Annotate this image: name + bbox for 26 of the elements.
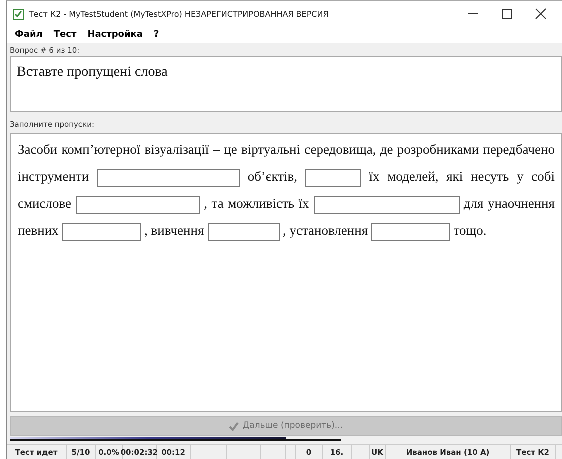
- menu-item[interactable]: Настройка: [88, 30, 143, 40]
- input-field[interactable]: [76, 196, 200, 214]
- input-field[interactable]: [371, 222, 450, 241]
- input-field[interactable]: [314, 196, 460, 214]
- question-title: Вставте пропущені слова: [17, 65, 168, 80]
- input-field[interactable]: [208, 222, 280, 241]
- question-text: , вивчення: [144, 223, 204, 238]
- question-text: об’єктів,: [248, 169, 298, 184]
- window-title: Тест К2 - MyTestStudent (MyTestXPro) НЕЗАРЕГИСТРИРОВАННАЯ ВЕРСИЯ: [29, 10, 330, 18]
- question-text: смислове: [18, 196, 72, 211]
- input-field[interactable]: [305, 168, 362, 187]
- question-text: тощо.: [454, 223, 487, 238]
- question-text: для унаочнення: [464, 196, 555, 211]
- question-text: їх моделей, які несуть у собі: [369, 169, 556, 184]
- input-field[interactable]: [62, 222, 142, 241]
- question-text: Засоби комп’ютерної візуалізації – це віртуальні середовища, де розробниками передбачено: [18, 142, 555, 157]
- question-text: , та можливість їх: [204, 196, 310, 211]
- question-text: , установлення: [282, 223, 368, 238]
- check-icon: [228, 422, 239, 430]
- app-icon: [13, 8, 24, 20]
- menu-item[interactable]: Тест: [54, 30, 77, 40]
- input-field[interactable]: [96, 168, 240, 187]
- menu-item[interactable]: ?: [154, 30, 160, 40]
- question-text: певних: [18, 223, 59, 238]
- question-text: інструменти: [18, 169, 90, 184]
- menu-item[interactable]: Файл: [15, 30, 43, 40]
